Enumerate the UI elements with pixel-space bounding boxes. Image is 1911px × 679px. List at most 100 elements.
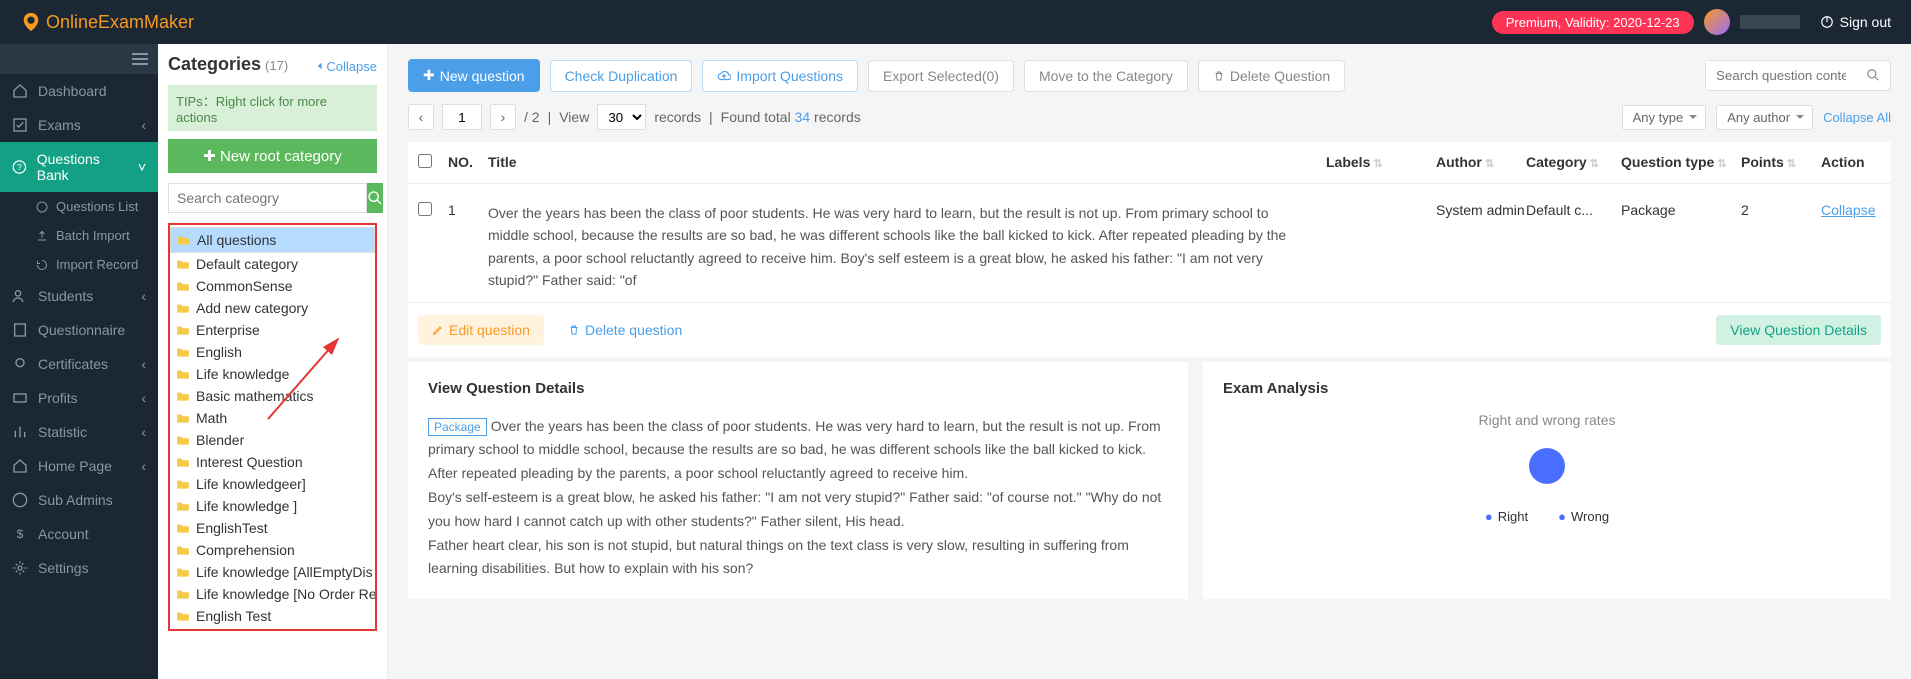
dollar-icon: $ <box>12 526 28 542</box>
categories-title: Categories <box>168 54 261 75</box>
col-qtype[interactable]: Question type <box>1621 154 1741 171</box>
new-question-button[interactable]: ✚New question <box>408 59 540 92</box>
category-item[interactable]: Blender <box>170 429 375 451</box>
category-item[interactable]: Comprehension <box>170 539 375 561</box>
home-icon <box>12 83 28 99</box>
category-item[interactable]: Life knowledge <box>170 363 375 385</box>
exam-analysis-panel: Exam Analysis Right and wrong rates Righ… <box>1203 362 1891 600</box>
folder-icon <box>176 500 190 512</box>
folder-icon <box>176 522 190 534</box>
category-item[interactable]: EnglishTest <box>170 517 375 539</box>
history-icon <box>36 259 48 271</box>
prev-page-button[interactable]: ‹ <box>408 104 434 130</box>
category-item[interactable]: Add new category <box>170 297 375 319</box>
nav-subadmins[interactable]: Sub Admins <box>0 483 158 517</box>
nav-statistic[interactable]: Statistic‹ <box>0 415 158 449</box>
categories-tips: TIPs：Right click for more actions <box>168 85 377 131</box>
category-item[interactable]: Life knowledge [AllEmptyDis <box>170 561 375 583</box>
folder-icon <box>176 588 190 600</box>
page-input[interactable] <box>442 104 482 130</box>
premium-badge: Premium, Validity: 2020-12-23 <box>1492 11 1694 34</box>
nav-settings[interactable]: Settings <box>0 551 158 585</box>
nav-students[interactable]: Students‹ <box>0 279 158 313</box>
folder-icon <box>176 368 190 380</box>
category-item[interactable]: Life knowledgeer] <box>170 473 375 495</box>
col-category[interactable]: Category <box>1526 154 1621 171</box>
col-title: Title <box>488 154 1326 171</box>
move-category-button[interactable]: Move to the Category <box>1024 60 1188 92</box>
export-selected-button[interactable]: Export Selected(0) <box>868 60 1014 92</box>
nav-dashboard[interactable]: Dashboard <box>0 74 158 108</box>
category-item[interactable]: Enterprise <box>170 319 375 341</box>
nav-certificates[interactable]: Certificates‹ <box>0 347 158 381</box>
user-name[interactable] <box>1740 15 1800 29</box>
house-icon <box>12 458 28 474</box>
category-item[interactable]: English Test <box>170 605 375 627</box>
folder-icon <box>176 258 190 270</box>
category-item[interactable]: Interest Question <box>170 451 375 473</box>
view-question-details-button[interactable]: View Question Details <box>1716 315 1881 345</box>
chevron-down-icon: ˅ <box>138 159 146 175</box>
row-title: Over the years has been the class of poo… <box>488 202 1326 292</box>
filter-author[interactable]: Any author <box>1716 105 1813 130</box>
check-duplication-button[interactable]: Check Duplication <box>550 60 693 92</box>
nav-exams[interactable]: Exams‹ <box>0 108 158 142</box>
brand-logo[interactable]: OnlineExamMaker <box>20 11 194 33</box>
col-author[interactable]: Author <box>1436 154 1526 171</box>
import-questions-button[interactable]: Import Questions <box>702 60 858 92</box>
category-item[interactable]: Life knowledge ] <box>170 495 375 517</box>
row-points: 2 <box>1741 202 1821 292</box>
avatar[interactable] <box>1704 9 1730 35</box>
col-points[interactable]: Points <box>1741 154 1821 171</box>
category-item[interactable]: Basic mathematics <box>170 385 375 407</box>
question-circle-icon <box>36 201 48 213</box>
question-search-input[interactable] <box>1706 61 1856 90</box>
col-action: Action <box>1821 154 1881 171</box>
folder-icon <box>176 390 190 402</box>
nav-account[interactable]: $Account <box>0 517 158 551</box>
filter-type[interactable]: Any type <box>1622 105 1707 130</box>
nav-questions-bank[interactable]: ?Questions Bank˅ <box>0 142 158 192</box>
nav-batch-import[interactable]: Batch Import <box>0 221 158 250</box>
next-page-button[interactable]: › <box>490 104 516 130</box>
category-item[interactable]: Math <box>170 407 375 429</box>
question-search-button[interactable] <box>1856 61 1890 90</box>
folder-icon <box>176 346 190 358</box>
row-no: 1 <box>448 202 488 292</box>
category-item[interactable]: Life knowledge [No Order Re <box>170 583 375 605</box>
signout-link[interactable]: Sign out <box>1820 14 1891 30</box>
categories-collapse[interactable]: Collapse <box>316 59 377 74</box>
row-checkbox[interactable] <box>418 202 432 216</box>
collapse-all-link[interactable]: Collapse All <box>1823 110 1891 125</box>
select-all-checkbox[interactable] <box>418 154 432 168</box>
folder-icon <box>176 566 190 578</box>
question-search <box>1705 60 1891 91</box>
nav-questionnaire[interactable]: Questionnaire <box>0 313 158 347</box>
check-icon <box>12 117 28 133</box>
nav-homepage[interactable]: Home Page‹ <box>0 449 158 483</box>
nav-questions-list[interactable]: Questions List <box>0 192 158 221</box>
category-search-input[interactable] <box>168 183 367 213</box>
col-labels[interactable]: Labels <box>1326 154 1436 171</box>
folder-icon <box>176 434 190 446</box>
category-item[interactable]: Default category <box>170 253 375 275</box>
chevron-left-icon: ‹ <box>141 117 146 133</box>
category-item[interactable]: CommonSense <box>170 275 375 297</box>
nav-profits[interactable]: Profits‹ <box>0 381 158 415</box>
bars-icon <box>12 424 28 440</box>
category-search-button[interactable] <box>367 183 383 213</box>
nav-import-record[interactable]: Import Record <box>0 250 158 279</box>
edit-question-button[interactable]: Edit question <box>418 315 544 345</box>
details-heading: View Question Details <box>428 380 1168 397</box>
per-page-select[interactable]: 30 <box>597 104 646 130</box>
category-item[interactable]: English <box>170 341 375 363</box>
new-root-category-button[interactable]: ✚ New root category <box>168 139 377 173</box>
delete-question-button[interactable]: Delete Question <box>1198 60 1345 92</box>
category-item[interactable]: All questions <box>170 227 375 253</box>
delete-question-row-button[interactable]: Delete question <box>554 315 696 345</box>
pager-row: ‹ › / 2 | View 30 records | Found total … <box>408 104 1891 130</box>
row-labels <box>1326 202 1436 292</box>
col-no: NO. <box>448 154 488 171</box>
row-collapse-link[interactable]: Collapse <box>1821 202 1875 218</box>
sidebar-collapse-button[interactable] <box>0 44 158 74</box>
